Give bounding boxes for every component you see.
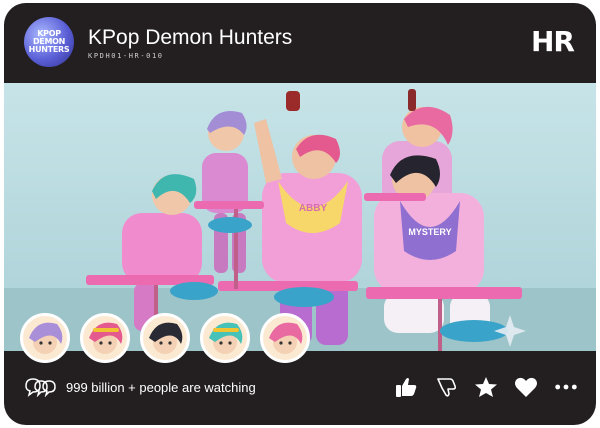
more-icon — [555, 384, 577, 390]
action-bar — [394, 375, 578, 399]
card-footer: 999 billion + people are watching — [4, 351, 596, 425]
bib-label-center: ABBY — [299, 203, 328, 214]
card-title: KPop Demon Hunters — [88, 26, 293, 49]
thumbs-down-icon — [437, 378, 457, 397]
scene-illustration: ABBY MYSTERY — [4, 83, 596, 351]
viewer-count-text: 999 billion + people are watching — [66, 379, 256, 395]
card-code: KPDH01-HR-010 — [88, 52, 164, 60]
viewers-icon — [25, 378, 56, 397]
favorite-button[interactable] — [474, 375, 498, 399]
viewer-count: 999 billion + people are watching — [24, 377, 256, 397]
scene-artwork: ABBY MYSTERY — [4, 83, 596, 351]
heart-icon — [515, 377, 537, 397]
star-icon — [475, 377, 497, 397]
card-header: KPOP DEMON HUNTERS KPop Demon Hunters KP… — [4, 3, 596, 83]
thumbs-up-icon — [396, 378, 417, 397]
dislike-button[interactable] — [434, 375, 458, 399]
more-button[interactable] — [554, 375, 578, 399]
trading-card: KPOP DEMON HUNTERS KPop Demon Hunters KP… — [4, 3, 596, 425]
logo-line-3: HUNTERS — [28, 45, 70, 54]
like-button[interactable] — [394, 375, 418, 399]
rarity-badge: HR — [531, 25, 575, 58]
brand-logo: KPOP DEMON HUNTERS — [24, 17, 74, 67]
bib-label-right: MYSTERY — [408, 227, 451, 237]
love-button[interactable] — [514, 375, 538, 399]
